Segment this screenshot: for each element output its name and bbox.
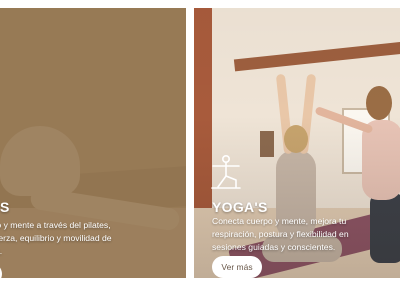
pilates-description: erpo y mente a través del pilates, u fue… <box>0 219 132 258</box>
yoga-card-content: YOGA'S Conecta cuerpo y mente, mejora tu… <box>194 8 400 278</box>
yoga-pose-icon <box>211 154 241 189</box>
pilates-card[interactable]: S erpo y mente a través del pilates, u f… <box>0 8 186 278</box>
pilates-card-content: S erpo y mente a través del pilates, u f… <box>0 8 186 278</box>
pilates-description-line: u fuerza, equilibrio y movilidad de <box>0 233 112 243</box>
yoga-more-button[interactable]: Ver más <box>212 256 262 278</box>
pilates-more-button[interactable] <box>0 263 2 278</box>
pilates-title: S <box>0 199 10 215</box>
pilates-description-line: erpo y mente a través del pilates, <box>0 220 111 230</box>
yoga-title: YOGA'S <box>212 199 268 215</box>
yoga-description: Conecta cuerpo y mente, mejora tu respir… <box>212 216 349 252</box>
yoga-card[interactable]: YOGA'S Conecta cuerpo y mente, mejora tu… <box>194 8 400 278</box>
pilates-description-line: iosa. <box>0 245 132 258</box>
